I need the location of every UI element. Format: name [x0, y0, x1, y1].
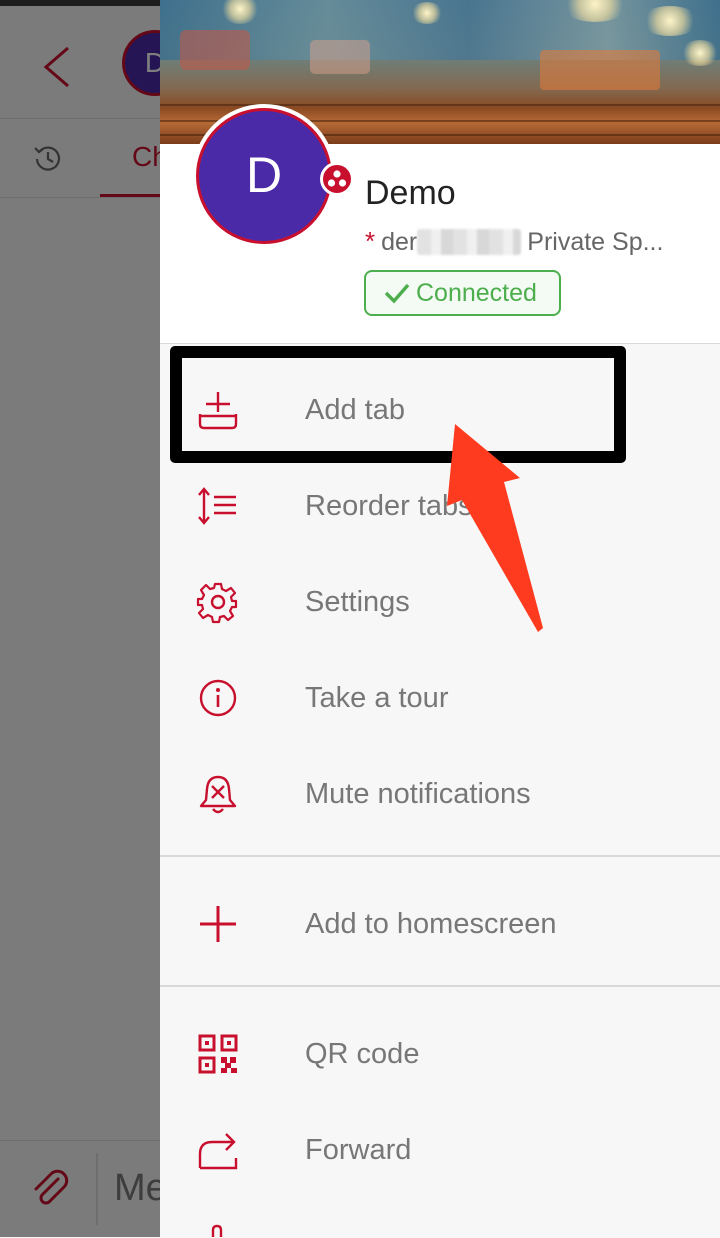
- check-icon: [384, 283, 410, 304]
- menu-item-take-a-tour[interactable]: Take a tour: [160, 650, 720, 746]
- space-prefix: der: [381, 228, 418, 256]
- menu-item-mute-notifications[interactable]: Mute notifications: [160, 746, 720, 842]
- annotation-highlight-box: [170, 346, 626, 463]
- space-info: * der Private Sp...: [365, 226, 705, 257]
- menu-item-settings[interactable]: Settings: [160, 554, 720, 650]
- profile-name: Demo: [365, 174, 456, 212]
- menu-item-partial[interactable]: [160, 1198, 720, 1237]
- menu-divider: [160, 985, 720, 987]
- avatar-letter: D: [196, 108, 332, 244]
- menu-item-add-to-homescreen[interactable]: Add to homescreen: [160, 876, 720, 972]
- menu-item-label: QR code: [305, 1038, 420, 1070]
- menu-item-label: Take a tour: [305, 682, 449, 714]
- menu-item-reorder-tabs[interactable]: Reorder tabs: [160, 458, 720, 554]
- connection-status-badge: Connected: [364, 270, 561, 316]
- info-icon: [199, 679, 237, 717]
- navigation-drawer: D Demo * der Private Sp... Connected Add t…: [160, 0, 720, 1237]
- menu-item-label: Settings: [305, 586, 410, 618]
- status-text: Connected: [416, 279, 537, 307]
- reorder-icon: [198, 487, 236, 525]
- profile-avatar[interactable]: D: [192, 104, 354, 248]
- profile-card[interactable]: D Demo * der Private Sp... Connected: [160, 104, 720, 344]
- space-suffix: Private Sp...: [527, 228, 664, 256]
- gear-icon: [196, 582, 238, 624]
- forward-icon: [198, 1133, 238, 1170]
- redacted-text: [417, 229, 522, 255]
- menu-item-label: Forward: [305, 1134, 412, 1166]
- asterisk-icon: *: [365, 226, 376, 256]
- plus-icon: [200, 906, 236, 942]
- menu-item-label: Reorder tabs: [305, 490, 473, 522]
- menu-item-forward[interactable]: Forward: [160, 1102, 720, 1198]
- qr-code-icon: [198, 1034, 238, 1074]
- menu-item-label: Add to homescreen: [305, 908, 557, 940]
- menu-item-qr-code[interactable]: QR code: [160, 1006, 720, 1102]
- group-badge-icon: [320, 162, 354, 196]
- share-icon: [211, 1224, 223, 1237]
- menu-divider: [160, 855, 720, 857]
- menu-item-label: Mute notifications: [305, 778, 531, 810]
- bell-mute-icon: [199, 775, 237, 814]
